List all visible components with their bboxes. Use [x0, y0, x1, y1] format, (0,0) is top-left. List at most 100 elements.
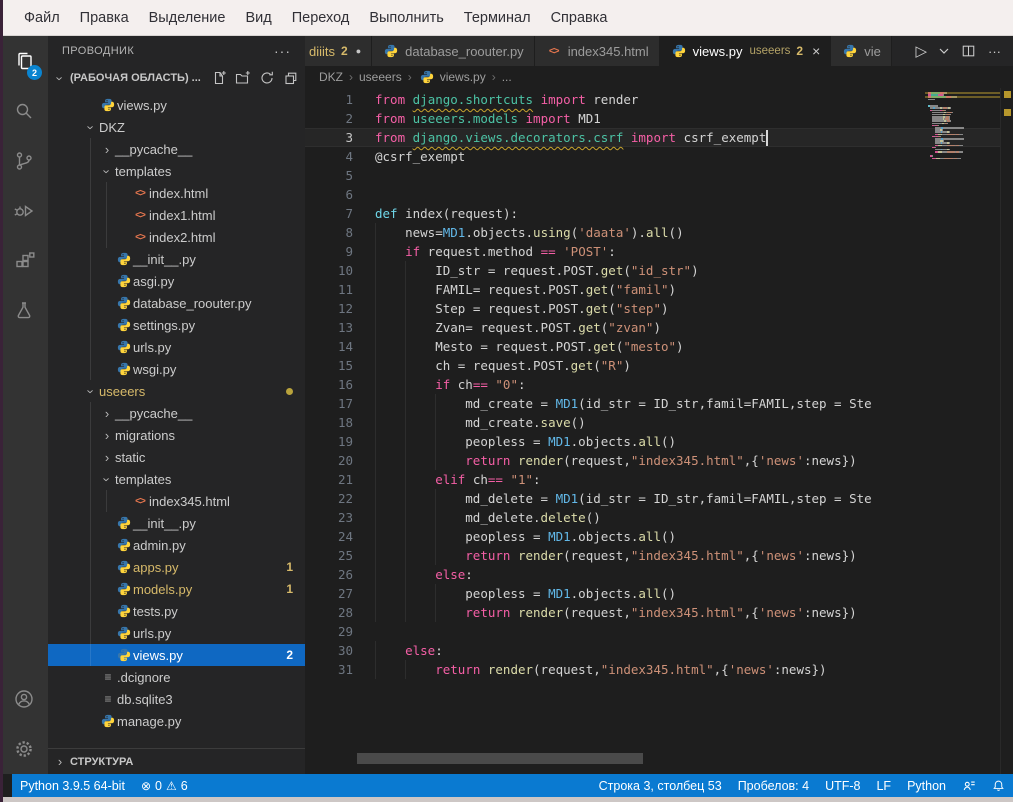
- code-line[interactable]: 8news=MD1.objects.using('daata').all(): [305, 223, 1000, 242]
- menu-item[interactable]: Выделение: [139, 10, 236, 26]
- tree-file[interactable]: urls.py: [48, 336, 305, 358]
- tree-folder[interactable]: ›__pycache__: [48, 402, 305, 424]
- code-line[interactable]: 16if ch== "0":: [305, 375, 1000, 394]
- tree-folder[interactable]: ›templates: [48, 468, 305, 490]
- editor-tab[interactable]: views.pyuseeers2×: [660, 36, 832, 66]
- tree-file[interactable]: tests.py: [48, 600, 305, 622]
- code-line[interactable]: 19peopless = MD1.objects.all(): [305, 432, 1000, 451]
- tree-folder[interactable]: ›useeers: [48, 380, 305, 402]
- code-line[interactable]: 3from django.views.decorators.csrf impor…: [305, 128, 1000, 147]
- feedback-icon[interactable]: [954, 779, 984, 793]
- editor-tab[interactable]: vie: [831, 36, 892, 66]
- tree-folder[interactable]: ›templates: [48, 160, 305, 182]
- code-line[interactable]: 26else:: [305, 565, 1000, 584]
- code-line[interactable]: 13Zvan= request.POST.get("zvan"): [305, 318, 1000, 337]
- code-line[interactable]: 31return render(request,"index345.html",…: [305, 660, 1000, 679]
- settings-gear-icon[interactable]: [0, 724, 48, 774]
- code-line[interactable]: 14Mesto = request.POST.get("mesto"): [305, 337, 1000, 356]
- tree-file[interactable]: ≡db.sqlite3: [48, 688, 305, 710]
- refresh-icon[interactable]: [259, 70, 275, 86]
- editor-tab[interactable]: database_roouter.py: [372, 36, 535, 66]
- close-icon[interactable]: ×: [812, 43, 820, 59]
- menu-item[interactable]: Вид: [235, 10, 281, 26]
- code-editor[interactable]: 1from django.shortcuts import render2fro…: [305, 88, 1013, 774]
- encoding[interactable]: UTF-8: [817, 779, 868, 793]
- python-interpreter[interactable]: Python 3.9.5 64-bit: [12, 779, 133, 793]
- menu-item[interactable]: Справка: [541, 10, 618, 26]
- code-line[interactable]: 12Step = request.POST.get("step"): [305, 299, 1000, 318]
- testing-icon[interactable]: [0, 286, 48, 336]
- tree-file[interactable]: settings.py: [48, 314, 305, 336]
- notifications-bell-icon[interactable]: [984, 779, 1013, 793]
- source-control-icon[interactable]: [0, 136, 48, 186]
- code-line[interactable]: 18md_create.save(): [305, 413, 1000, 432]
- breadcrumb-item[interactable]: useeers: [359, 70, 402, 84]
- tree-folder[interactable]: ›DKZ: [48, 116, 305, 138]
- code-line[interactable]: 29: [305, 622, 1000, 641]
- code-line[interactable]: 1from django.shortcuts import render: [305, 90, 1000, 109]
- tree-file[interactable]: database_roouter.py: [48, 292, 305, 314]
- tree-file[interactable]: wsgi.py: [48, 358, 305, 380]
- code-line[interactable]: 4@csrf_exempt: [305, 147, 1000, 166]
- new-file-icon[interactable]: [211, 70, 227, 86]
- more-actions-icon[interactable]: ···: [988, 44, 1001, 59]
- tree-file[interactable]: views.py: [48, 94, 305, 116]
- language-mode[interactable]: Python: [899, 779, 954, 793]
- code-line[interactable]: 25return render(request,"index345.html",…: [305, 546, 1000, 565]
- outline-section-header[interactable]: › СТРУКТУРА: [48, 748, 305, 774]
- run-debug-icon[interactable]: [0, 186, 48, 236]
- problems[interactable]: ⊗0⚠6: [133, 779, 196, 793]
- code-line[interactable]: 30else:: [305, 641, 1000, 660]
- code-line[interactable]: 9if request.method == 'POST':: [305, 242, 1000, 261]
- breadcrumb-item[interactable]: DKZ: [319, 70, 343, 84]
- tree-file[interactable]: models.py1: [48, 578, 305, 600]
- workspace-section-header[interactable]: › (РАБОЧАЯ ОБЛАСТЬ) ...: [48, 66, 305, 90]
- tree-file[interactable]: __init__.py: [48, 512, 305, 534]
- eol[interactable]: LF: [868, 779, 899, 793]
- editor-tab[interactable]: diiits2●: [305, 36, 372, 66]
- tree-file[interactable]: apps.py1: [48, 556, 305, 578]
- tree-folder[interactable]: ›static: [48, 446, 305, 468]
- code-line[interactable]: 5: [305, 166, 1000, 185]
- split-editor-icon[interactable]: [961, 44, 976, 58]
- code-line[interactable]: 24peopless = MD1.objects.all(): [305, 527, 1000, 546]
- menu-item[interactable]: Файл: [14, 10, 70, 26]
- new-folder-icon[interactable]: [235, 70, 251, 86]
- tree-file[interactable]: <>index345.html: [48, 490, 305, 512]
- explorer-more-actions-icon[interactable]: ···: [274, 43, 291, 59]
- tree-file[interactable]: <>index.html: [48, 182, 305, 204]
- code-line[interactable]: 23md_delete.delete(): [305, 508, 1000, 527]
- code-line[interactable]: 27peopless = MD1.objects.all(): [305, 584, 1000, 603]
- code-line[interactable]: 17md_create = MD1(id_str = ID_str,famil=…: [305, 394, 1000, 413]
- menu-item[interactable]: Переход: [282, 10, 360, 26]
- run-icon[interactable]: ▷: [915, 42, 927, 60]
- code-line[interactable]: 15ch = request.POST.get("R"): [305, 356, 1000, 375]
- code-line[interactable]: 22md_delete = MD1(id_str = ID_str,famil=…: [305, 489, 1000, 508]
- tree-file[interactable]: asgi.py: [48, 270, 305, 292]
- code-line[interactable]: 7def index(request):: [305, 204, 1000, 223]
- code-line[interactable]: 20return render(request,"index345.html",…: [305, 451, 1000, 470]
- code-line[interactable]: 10ID_str = request.POST.get("id_str"): [305, 261, 1000, 280]
- code-line[interactable]: 6: [305, 185, 1000, 204]
- menu-item[interactable]: Терминал: [454, 10, 541, 26]
- minimap[interactable]: [928, 92, 998, 160]
- breadcrumb-item[interactable]: ...: [502, 70, 512, 84]
- tree-folder[interactable]: ›__pycache__: [48, 138, 305, 160]
- menu-item[interactable]: Выполнить: [359, 10, 453, 26]
- horizontal-scrollbar[interactable]: [357, 753, 643, 764]
- tree-file[interactable]: views.py2: [48, 644, 305, 666]
- menu-item[interactable]: Правка: [70, 10, 139, 26]
- code-line[interactable]: 28return render(request,"index345.html",…: [305, 603, 1000, 622]
- indentation[interactable]: Пробелов: 4: [730, 779, 817, 793]
- tree-folder[interactable]: ›migrations: [48, 424, 305, 446]
- code-line[interactable]: 21elif ch== "1":: [305, 470, 1000, 489]
- explorer-icon[interactable]: 2: [0, 36, 48, 86]
- account-icon[interactable]: [0, 674, 48, 724]
- tree-file[interactable]: <>index2.html: [48, 226, 305, 248]
- extensions-icon[interactable]: [0, 236, 48, 286]
- code-line[interactable]: 2from useeers.models import MD1: [305, 109, 1000, 128]
- code-line[interactable]: 11FAMIL= request.POST.get("famil"): [305, 280, 1000, 299]
- breadcrumb-item[interactable]: views.py: [418, 70, 486, 84]
- collapse-all-icon[interactable]: [283, 70, 299, 86]
- vertical-scrollbar[interactable]: [1000, 88, 1013, 774]
